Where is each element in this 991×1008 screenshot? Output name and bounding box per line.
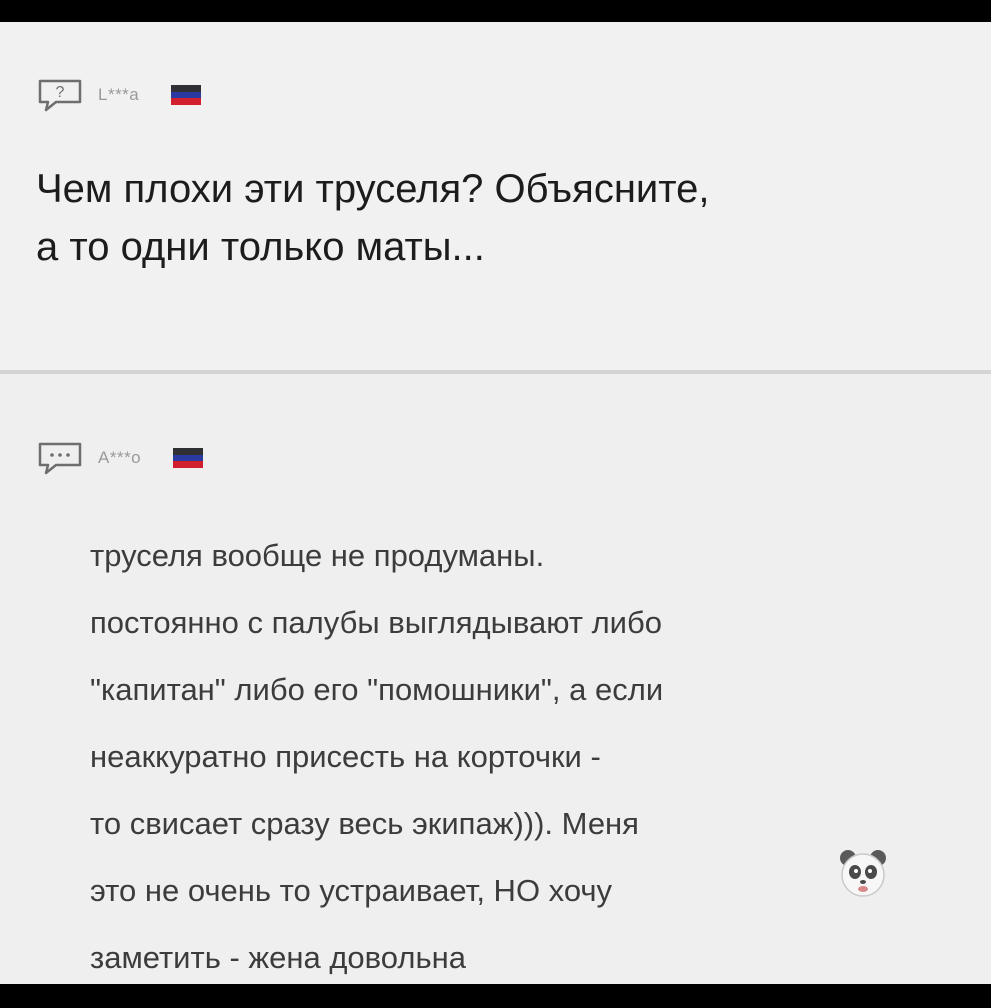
russia-flag-icon: [171, 85, 202, 106]
answer-username[interactable]: A***o: [98, 448, 141, 468]
panda-emoji-icon: [836, 846, 890, 900]
question-text: Чем плохи эти труселя? Объясните, а то о…: [36, 167, 710, 269]
question-bubble-icon: ?: [36, 78, 84, 112]
question-meta: ? L***a: [36, 78, 202, 112]
svg-text:?: ?: [56, 84, 65, 101]
russia-flag-icon: [173, 448, 204, 469]
question-card[interactable]: ? L***a Чем плохи эти труселя? Объясните…: [0, 22, 991, 370]
question-username[interactable]: L***a: [98, 85, 139, 105]
qa-thread: ? L***a Чем плохи эти труселя? Объясните…: [0, 22, 991, 984]
comment-bubble-icon: [36, 441, 84, 475]
answer-text: труселя вообще не продуманы. постоянно с…: [90, 538, 664, 975]
answer-meta: A***o: [36, 441, 204, 475]
answer-card[interactable]: A***o труселя вообще не продуманы. посто…: [0, 374, 991, 984]
